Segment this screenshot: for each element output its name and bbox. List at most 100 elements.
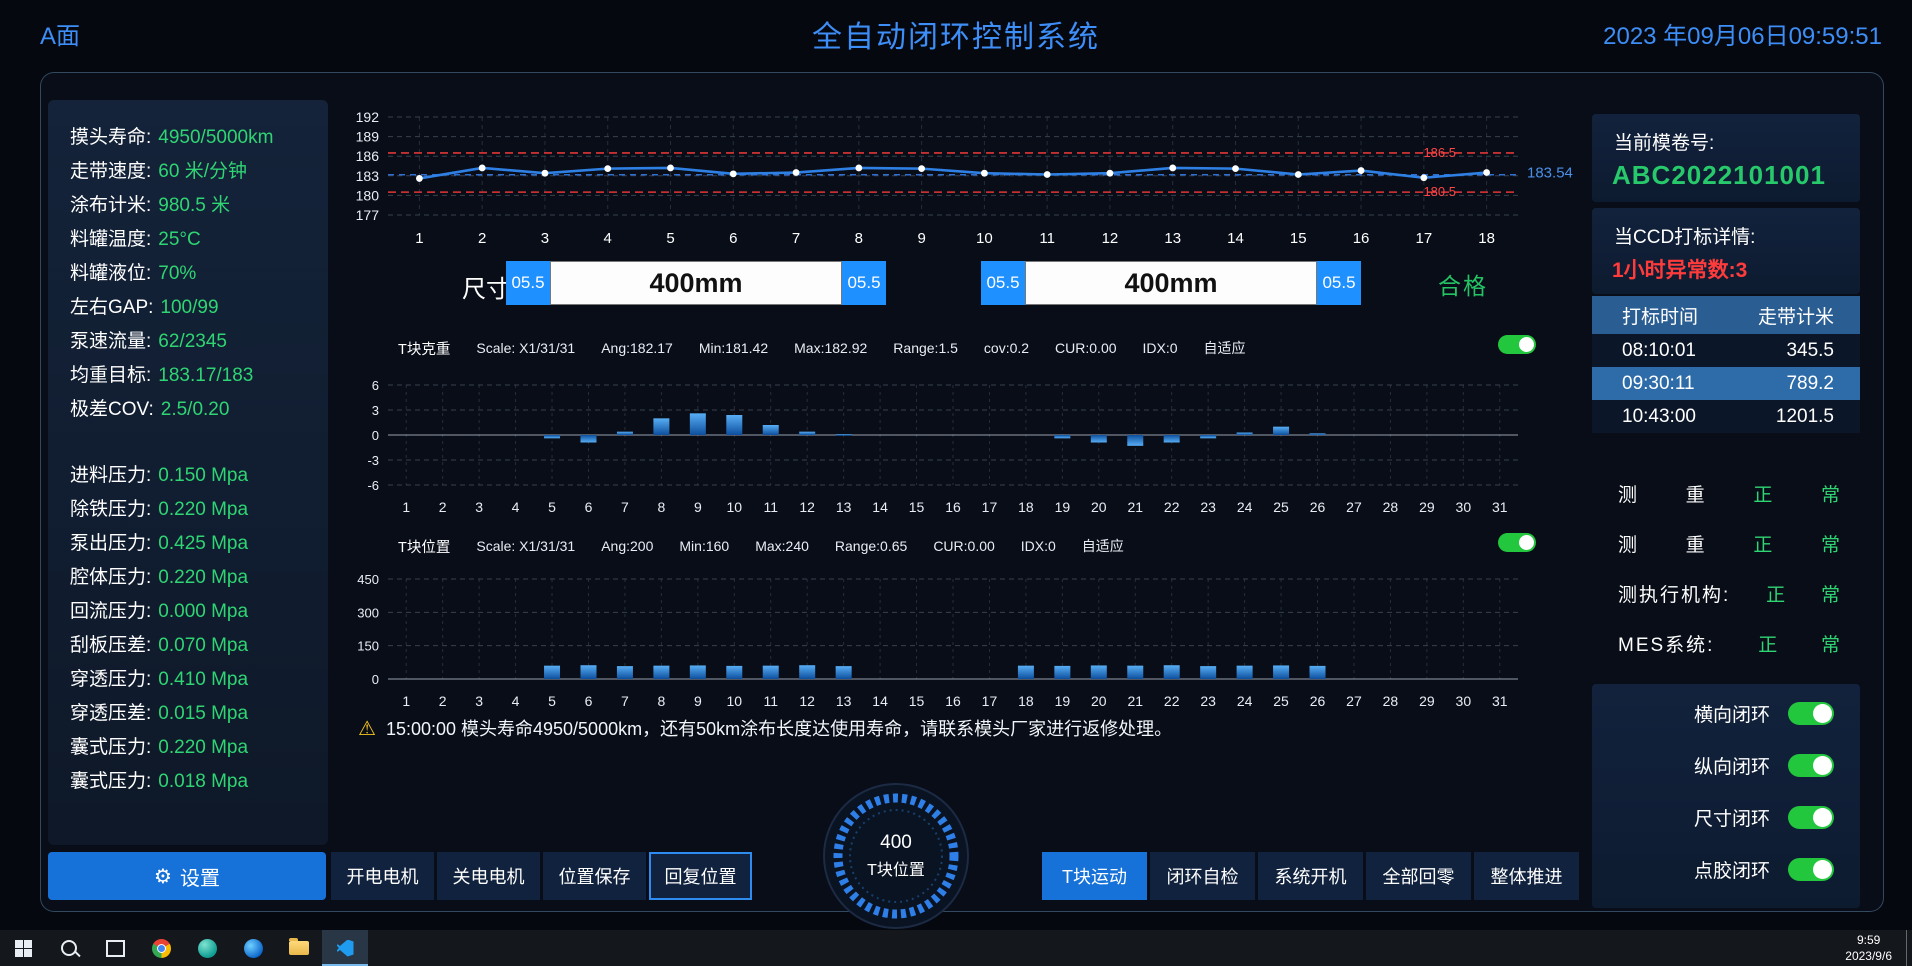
vscode-icon-glyph — [337, 940, 354, 957]
file-explorer-icon[interactable] — [276, 930, 322, 966]
svg-text:8: 8 — [657, 499, 665, 515]
svg-text:2: 2 — [439, 693, 447, 709]
edge-icon[interactable] — [230, 930, 276, 966]
motion-button-group: T块运动闭环自检系统开机全部回零整体推进 — [1042, 852, 1579, 900]
settings-button[interactable]: ⚙ 设置 — [48, 852, 326, 900]
toggle-label: 横向闭环 — [1694, 700, 1770, 727]
loop-toggle-row: 纵向闭环 — [1694, 752, 1834, 779]
svg-text:-6: -6 — [367, 478, 379, 493]
ccd-anomaly-count: 1小时异常数:3 — [1612, 254, 1747, 284]
svg-text:21: 21 — [1127, 693, 1143, 709]
center-column: 1921891861831801771234567891011121314151… — [340, 95, 1580, 855]
toggle-横向闭环[interactable] — [1788, 702, 1834, 725]
svg-text:30: 30 — [1456, 693, 1472, 709]
task-view-icon[interactable] — [92, 930, 138, 966]
status-row: MES系统:正常 — [1618, 630, 1840, 657]
button-开电电机[interactable]: 开电电机 — [331, 852, 434, 900]
weight-chart-toggle[interactable] — [1498, 335, 1536, 354]
table-row[interactable]: 09:30:11789.2 — [1592, 367, 1860, 400]
status-label: MES系统: — [1618, 630, 1714, 657]
status-value-char: 正 — [1758, 630, 1777, 657]
param-value: 183.17/183 — [158, 365, 253, 386]
teal-app-icon[interactable] — [184, 930, 230, 966]
file-explorer-icon-glyph — [289, 941, 309, 955]
svg-text:17: 17 — [1415, 230, 1432, 247]
button-回复位置[interactable]: 回复位置 — [649, 852, 752, 900]
svg-text:25: 25 — [1273, 693, 1289, 709]
param-row: 料罐温度:25°C — [70, 224, 201, 251]
gauge-texts: 400 T块位置 — [820, 780, 972, 932]
chart-stat: CUR:0.00 — [1055, 340, 1116, 356]
param-label: 穿透压力: — [70, 669, 151, 690]
param-label: 进料压力: — [70, 465, 151, 486]
svg-text:14: 14 — [1227, 230, 1244, 247]
size-edge-input[interactable]: 05.5 — [506, 261, 550, 305]
svg-text:0: 0 — [372, 428, 379, 443]
status-row: 测执行机构:正常 — [1618, 580, 1840, 607]
param-value: 0.000 Mpa — [158, 601, 248, 622]
parameter-panel: 摸头寿命:4950/5000km走带速度:60 米/分钟涂布计米:980.5 米… — [48, 100, 328, 845]
size-edge-input[interactable]: 05.5 — [1317, 261, 1361, 305]
button-整体推进[interactable]: 整体推进 — [1474, 852, 1579, 900]
chrome-icon[interactable] — [138, 930, 184, 966]
svg-text:29: 29 — [1419, 693, 1435, 709]
svg-text:7: 7 — [621, 693, 629, 709]
button-位置保存[interactable]: 位置保存 — [543, 852, 646, 900]
button-关电电机[interactable]: 关电电机 — [437, 852, 540, 900]
adaptive-label[interactable]: 自适应 — [1082, 536, 1124, 556]
table-header: 打标时间 走带计米 — [1592, 296, 1860, 334]
cell-time: 10:43:00 — [1592, 406, 1732, 428]
start-icon[interactable] — [0, 930, 46, 966]
toggle-点胶闭环[interactable] — [1788, 858, 1834, 881]
loop-toggle-block: 横向闭环纵向闭环尺寸闭环点胶闭环 — [1592, 684, 1860, 908]
svg-text:450: 450 — [357, 572, 379, 587]
toggle-尺寸闭环[interactable] — [1788, 806, 1834, 829]
size-width-display[interactable]: 400mm — [550, 261, 842, 305]
param-row: 左右GAP:100/99 — [70, 292, 219, 319]
svg-text:19: 19 — [1055, 499, 1071, 515]
param-label: 涂布计米: — [70, 195, 151, 216]
param-label: 均重目标: — [70, 365, 151, 386]
show-desktop-button[interactable] — [1906, 930, 1912, 966]
warning-icon: ⚠ — [358, 716, 376, 741]
svg-text:16: 16 — [945, 499, 961, 515]
button-闭环自检[interactable]: 闭环自检 — [1150, 852, 1255, 900]
param-value: 2.5/0.20 — [161, 399, 230, 420]
param-value: 0.015 Mpa — [158, 703, 248, 724]
svg-text:8: 8 — [657, 693, 665, 709]
chart-stat: Min:181.42 — [699, 340, 768, 356]
position-chart-toggle[interactable] — [1498, 533, 1536, 552]
col-header-time: 打标时间 — [1592, 302, 1732, 329]
param-row: 摸头寿命:4950/5000km — [70, 122, 273, 149]
param-value: 0.220 Mpa — [158, 567, 248, 588]
button-系统开机[interactable]: 系统开机 — [1258, 852, 1363, 900]
size-width-display[interactable]: 400mm — [1025, 261, 1317, 305]
table-row[interactable]: 08:10:01345.5 — [1592, 334, 1860, 367]
button-全部回零[interactable]: 全部回零 — [1366, 852, 1471, 900]
chart-stat: Scale: X1/31/31 — [476, 340, 575, 356]
vscode-icon[interactable] — [322, 930, 368, 966]
adaptive-label[interactable]: 自适应 — [1204, 338, 1246, 358]
param-label: 走带速度: — [70, 161, 151, 182]
svg-text:1: 1 — [415, 230, 423, 247]
status-value-char: 常 — [1821, 530, 1840, 557]
size-group-left: 05.5 400mm 05.5 — [506, 261, 886, 305]
task-view-icon-glyph — [106, 940, 125, 957]
taskbar-time: 9:59 — [1845, 932, 1892, 948]
toggle-纵向闭环[interactable] — [1788, 754, 1834, 777]
svg-text:29: 29 — [1419, 499, 1435, 515]
svg-text:0: 0 — [372, 672, 379, 687]
button-T块运动[interactable]: T块运动 — [1042, 852, 1147, 900]
param-value: 0.070 Mpa — [158, 635, 248, 656]
svg-text:14: 14 — [872, 499, 888, 515]
search-icon[interactable] — [46, 930, 92, 966]
status-label: 测执行机构: — [1618, 580, 1730, 607]
weight-chart-header: T块克重Scale: X1/31/31Ang:182.17Min:181.42M… — [398, 335, 1578, 361]
param-value: 0.410 Mpa — [158, 669, 248, 690]
right-info-panel: 当前模卷号: ABC2022101001 当CCD打标详情: 1小时异常数:3 … — [1592, 100, 1860, 908]
status-label-char: 测 — [1618, 530, 1637, 557]
size-edge-input[interactable]: 05.5 — [842, 261, 886, 305]
table-row[interactable]: 10:43:001201.5 — [1592, 400, 1860, 433]
size-edge-input[interactable]: 05.5 — [981, 261, 1025, 305]
taskbar-clock[interactable]: 9:59 2023/9/6 — [1845, 932, 1892, 964]
